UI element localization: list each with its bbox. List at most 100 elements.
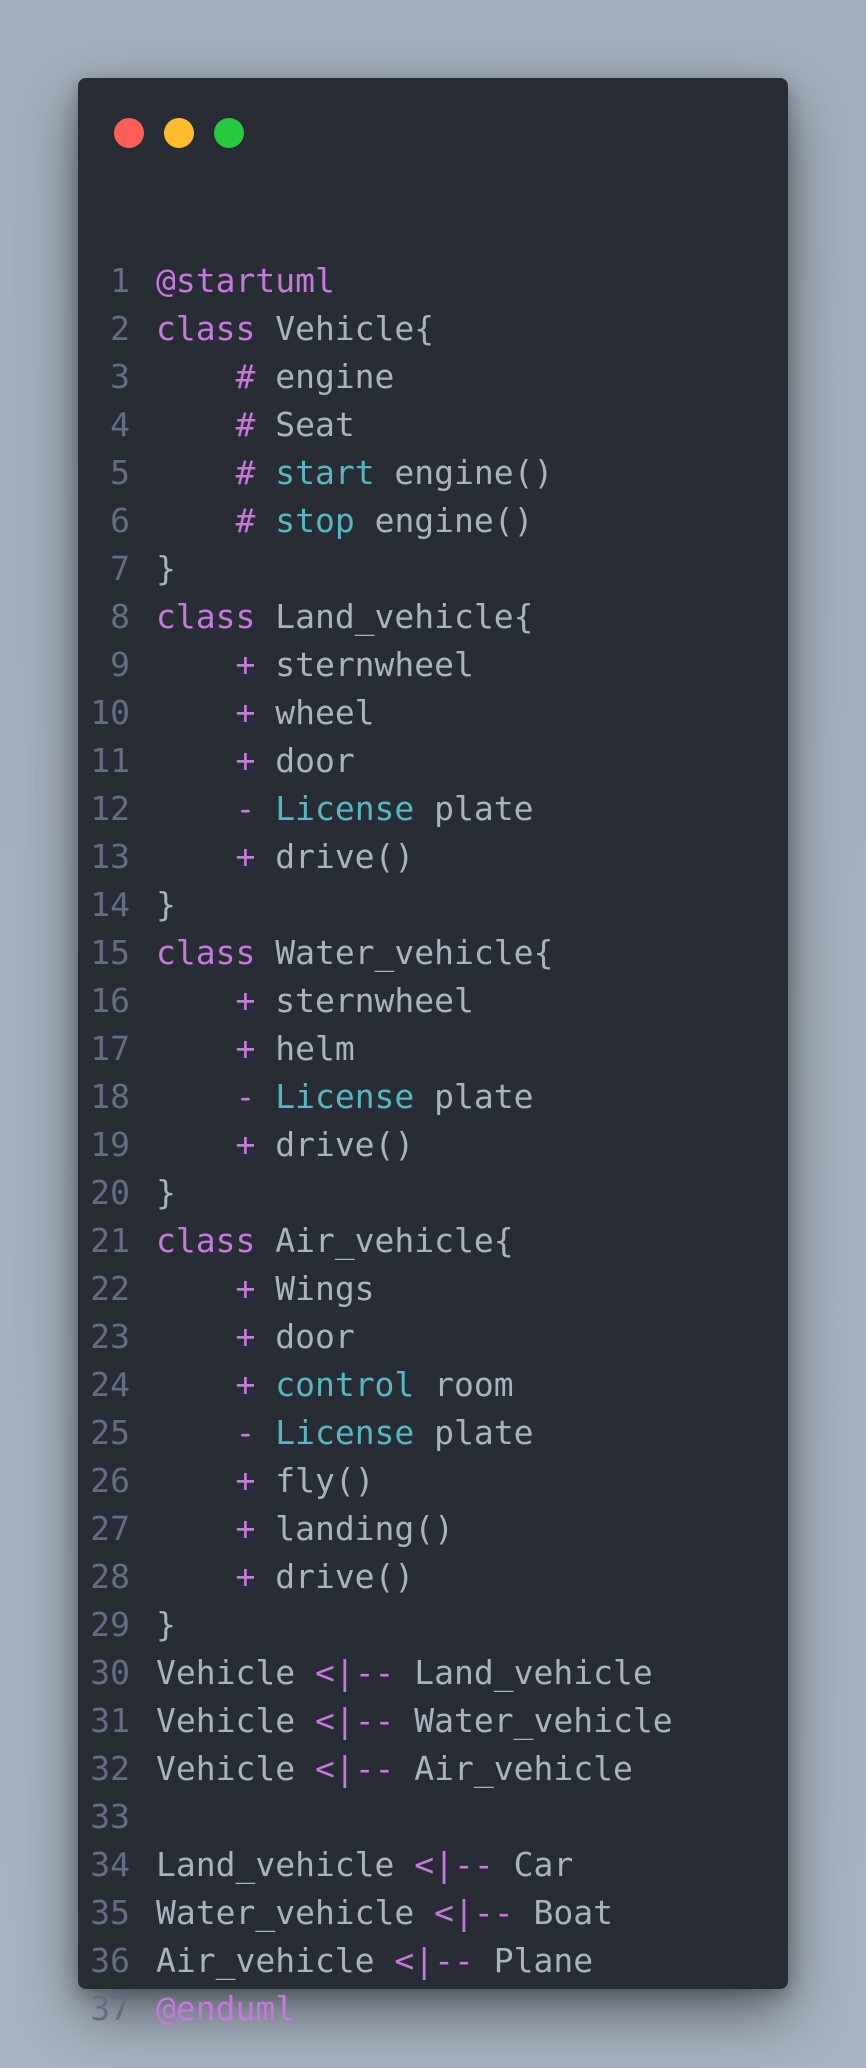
code-token: control <box>275 1364 415 1404</box>
line-number: 8 <box>110 596 130 636</box>
line-text: + Wings <box>156 1268 375 1308</box>
code-line: 20} <box>78 1168 788 1216</box>
line-number: 17 <box>90 1028 130 1068</box>
line-text: class Air_vehicle{ <box>156 1221 514 1260</box>
line-text: + sternwheel <box>156 980 474 1020</box>
code-line: 10 + wheel <box>78 688 788 736</box>
code-token: landing() <box>255 1508 455 1548</box>
line-number: 23 <box>90 1316 130 1356</box>
line-number: 22 <box>90 1268 130 1308</box>
line-text: + door <box>156 740 354 780</box>
code-line: 3 # engine <box>78 352 788 400</box>
code-token: + <box>156 740 256 780</box>
line-number: 25 <box>90 1412 130 1452</box>
close-dot-icon[interactable] <box>114 118 144 148</box>
line-text: @enduml <box>156 1989 295 2028</box>
code-token: plate <box>414 1076 534 1116</box>
code-token: Air_vehicle{ <box>255 1220 514 1260</box>
line-text: # Seat <box>156 404 354 444</box>
code-line: 1 @startuml <box>78 256 788 304</box>
code-token: room <box>414 1364 514 1404</box>
code-token: sternwheel <box>255 980 474 1020</box>
code-token: } <box>156 1604 176 1644</box>
line-text: - License plate <box>156 1076 534 1116</box>
line-number: 18 <box>90 1076 130 1116</box>
line-number: 36 <box>90 1940 130 1980</box>
code-token: Air_vehicle <box>156 1940 395 1980</box>
line-number: 2 <box>110 308 130 348</box>
code-line: 15 class Water_vehicle{ <box>78 928 788 976</box>
line-text: - License plate <box>156 1412 534 1452</box>
line-number: 30 <box>90 1652 130 1692</box>
line-number: 26 <box>90 1460 130 1500</box>
code-token: Land_vehicle <box>394 1652 653 1692</box>
code-token: <|-- <box>314 1748 395 1788</box>
code-token: Wings <box>255 1268 375 1308</box>
line-text: Air_vehicle <|-- Plane <box>156 1941 593 1980</box>
code-token: Vehicle <box>156 1700 315 1740</box>
code-token: engine <box>255 356 395 396</box>
code-token: <|-- <box>314 1652 395 1692</box>
code-line: 32 Vehicle <|-- Air_vehicle <box>78 1744 788 1792</box>
line-number: 1 <box>110 260 130 300</box>
minimize-dot-icon[interactable] <box>164 118 194 148</box>
line-text: class Vehicle{ <box>156 309 434 348</box>
line-text: + fly() <box>156 1460 375 1500</box>
code-line: 22 + Wings <box>78 1264 788 1312</box>
code-token: + <box>156 1364 256 1404</box>
code-line: 4 # Seat <box>78 400 788 448</box>
code-token: # <box>156 404 256 444</box>
code-token: drive() <box>255 1556 415 1596</box>
code-line: 25 - License plate <box>78 1408 788 1456</box>
line-text: # stop engine() <box>156 500 533 540</box>
code-token: + <box>156 1028 256 1068</box>
line-text: + door <box>156 1317 354 1356</box>
code-token: engine() <box>374 452 554 492</box>
line-text: + drive() <box>156 837 414 876</box>
line-number: 35 <box>90 1892 130 1932</box>
code-token: stop <box>275 500 355 540</box>
line-number: 9 <box>110 644 130 684</box>
line-text: - License plate <box>156 788 534 828</box>
line-number: 28 <box>90 1556 130 1596</box>
code-token: plate <box>414 788 534 828</box>
code-token: <|-- <box>314 1700 395 1740</box>
code-token: + <box>156 692 256 732</box>
code-line: 7} <box>78 544 788 592</box>
code-line: 19 + drive() <box>78 1120 788 1168</box>
line-number: 16 <box>90 980 130 1020</box>
line-text: class Land_vehicle{ <box>156 597 534 636</box>
code-token: drive() <box>255 836 415 876</box>
code-token: <|-- <box>434 1892 514 1932</box>
line-number: 31 <box>90 1700 130 1740</box>
code-token: fly() <box>255 1460 375 1500</box>
code-window: 1 @startuml 2 class Vehicle{ 3 # engine 4 # S… <box>78 78 788 2028</box>
code-token: - <box>156 1412 256 1452</box>
code-token: Water_vehicle <box>156 1892 435 1932</box>
code-token: plate <box>414 1412 534 1452</box>
code-line: 11 + door <box>78 736 788 784</box>
code-token: + <box>156 1124 256 1164</box>
code-token: Car <box>493 1844 574 1884</box>
code-line: 27 + landing() <box>78 1504 788 1552</box>
line-number: 13 <box>90 836 130 876</box>
code-token: start <box>275 452 375 492</box>
line-text: + helm <box>156 1028 354 1068</box>
code-token: # <box>156 356 256 396</box>
code-token: Air_vehicle <box>394 1748 633 1788</box>
line-number: 29 <box>90 1604 130 1644</box>
code-token: # <box>156 452 256 492</box>
code-token: + <box>156 1460 256 1500</box>
line-text: @startuml <box>156 261 335 300</box>
line-number: 5 <box>110 452 130 492</box>
maximize-dot-icon[interactable] <box>214 118 244 148</box>
line-text: Vehicle <|-- Water_vehicle <box>156 1701 673 1740</box>
line-number: 32 <box>90 1748 130 1788</box>
code-token: wheel <box>255 692 375 732</box>
line-number: 20 <box>90 1172 130 1212</box>
line-number: 37 <box>90 1988 130 2028</box>
